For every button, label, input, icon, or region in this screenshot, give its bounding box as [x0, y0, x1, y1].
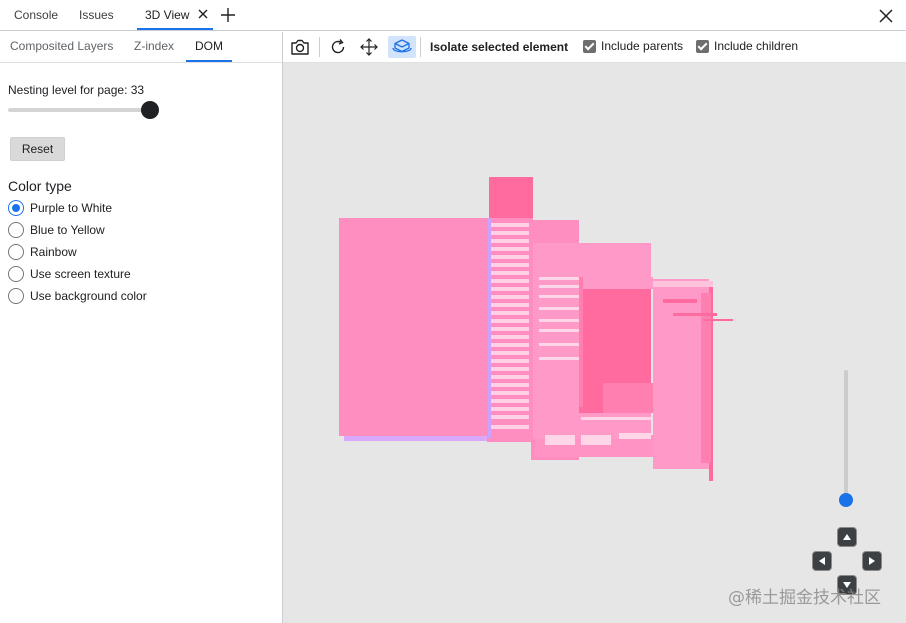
3d-layer-scene[interactable] [283, 63, 906, 623]
close-drawer-icon[interactable] [879, 9, 893, 23]
triangle-right-icon [869, 557, 875, 565]
radio-button[interactable] [8, 288, 24, 304]
add-tab-icon[interactable] [219, 6, 237, 24]
layer-right-top [653, 281, 713, 287]
reset-button[interactable]: Reset [10, 137, 65, 161]
layer-strip [579, 277, 653, 289]
radio-label: Use background color [30, 289, 147, 303]
checkbox-label: Include parents [601, 39, 684, 53]
layer-right-line [663, 299, 697, 303]
nesting-level-slider[interactable] [8, 100, 160, 120]
settings-panel: Composited Layers Z-index DOM Nesting le… [0, 32, 282, 623]
checkbox[interactable] [583, 39, 596, 53]
tab-z-index[interactable]: Z-index [134, 32, 174, 62]
radio-label: Rainbow [30, 245, 77, 259]
radio-button[interactable] [8, 222, 24, 238]
color-type-heading: Color type [8, 178, 72, 194]
reset-view-button[interactable] [326, 36, 350, 58]
triangle-left-icon [819, 557, 825, 565]
camera-icon [291, 39, 309, 55]
screenshot-button[interactable] [288, 36, 312, 58]
checkbox[interactable] [696, 39, 709, 53]
include-parents-checkbox[interactable]: Include parents [583, 39, 683, 53]
triangle-up-icon [843, 534, 851, 540]
rotate-mode-button[interactable] [388, 36, 416, 58]
layer-body[interactable] [339, 218, 489, 436]
pan-icon [360, 38, 378, 56]
toolbar-separator [319, 37, 320, 57]
slider-track[interactable] [8, 108, 150, 112]
checkbox-label: Include children [714, 39, 799, 53]
watermark: @稀土掘金技术社区 [728, 588, 881, 608]
zoom-slider-track[interactable] [844, 370, 848, 500]
nav-left-button[interactable] [812, 551, 832, 571]
nesting-level-label: Nesting level for page: 33 [8, 83, 145, 97]
include-children-checkbox[interactable]: Include children [696, 39, 798, 53]
radio-label: Use screen texture [30, 267, 131, 281]
isolate-selected-label[interactable]: Isolate selected element [430, 40, 568, 54]
radio-background-color[interactable]: Use background color [8, 287, 147, 305]
view-mode-tabs: Composited Layers Z-index DOM [0, 32, 282, 63]
tab-issues[interactable]: Issues [79, 0, 114, 30]
reset-view-icon [331, 39, 345, 54]
viewport-toolbar: Isolate selected element Include parents… [283, 32, 906, 63]
pan-mode-button[interactable] [357, 36, 381, 58]
slider-thumb[interactable] [141, 101, 159, 119]
layer-right[interactable] [653, 279, 709, 469]
layer-header[interactable] [489, 177, 533, 220]
zoom-slider-thumb[interactable] [839, 493, 853, 507]
tab-3d-view-label: 3D View [145, 8, 190, 22]
radio-rainbow[interactable]: Rainbow [8, 243, 77, 261]
radio-screen-texture[interactable]: Use screen texture [8, 265, 131, 283]
layer-divider [579, 277, 583, 407]
radio-button[interactable] [8, 266, 24, 282]
tab-dom[interactable]: DOM [186, 32, 232, 62]
radio-label: Blue to Yellow [30, 223, 105, 237]
radio-purple-to-white[interactable]: Purple to White [8, 199, 112, 217]
nav-right-button[interactable] [862, 551, 882, 571]
toolbar-separator [420, 37, 421, 57]
close-tab-icon[interactable] [198, 9, 208, 19]
layer-right-line [673, 313, 717, 316]
drawer-tab-bar: Console Issues 3D View [0, 0, 906, 31]
layer-right-line [703, 319, 733, 321]
radio-label: Purple to White [30, 201, 113, 215]
radio-button[interactable] [8, 244, 24, 260]
nav-up-button[interactable] [837, 527, 857, 547]
layer-right-inner [701, 293, 711, 463]
rotate-3d-icon [392, 39, 412, 53]
radio-blue-to-yellow[interactable]: Blue to Yellow [8, 221, 105, 239]
tab-composited-layers[interactable]: Composited Layers [10, 32, 113, 62]
radio-button[interactable] [8, 200, 24, 216]
layer-panel-lower [603, 383, 653, 413]
tab-console[interactable]: Console [14, 0, 58, 30]
3d-viewport: Isolate selected element Include parents… [283, 32, 906, 623]
